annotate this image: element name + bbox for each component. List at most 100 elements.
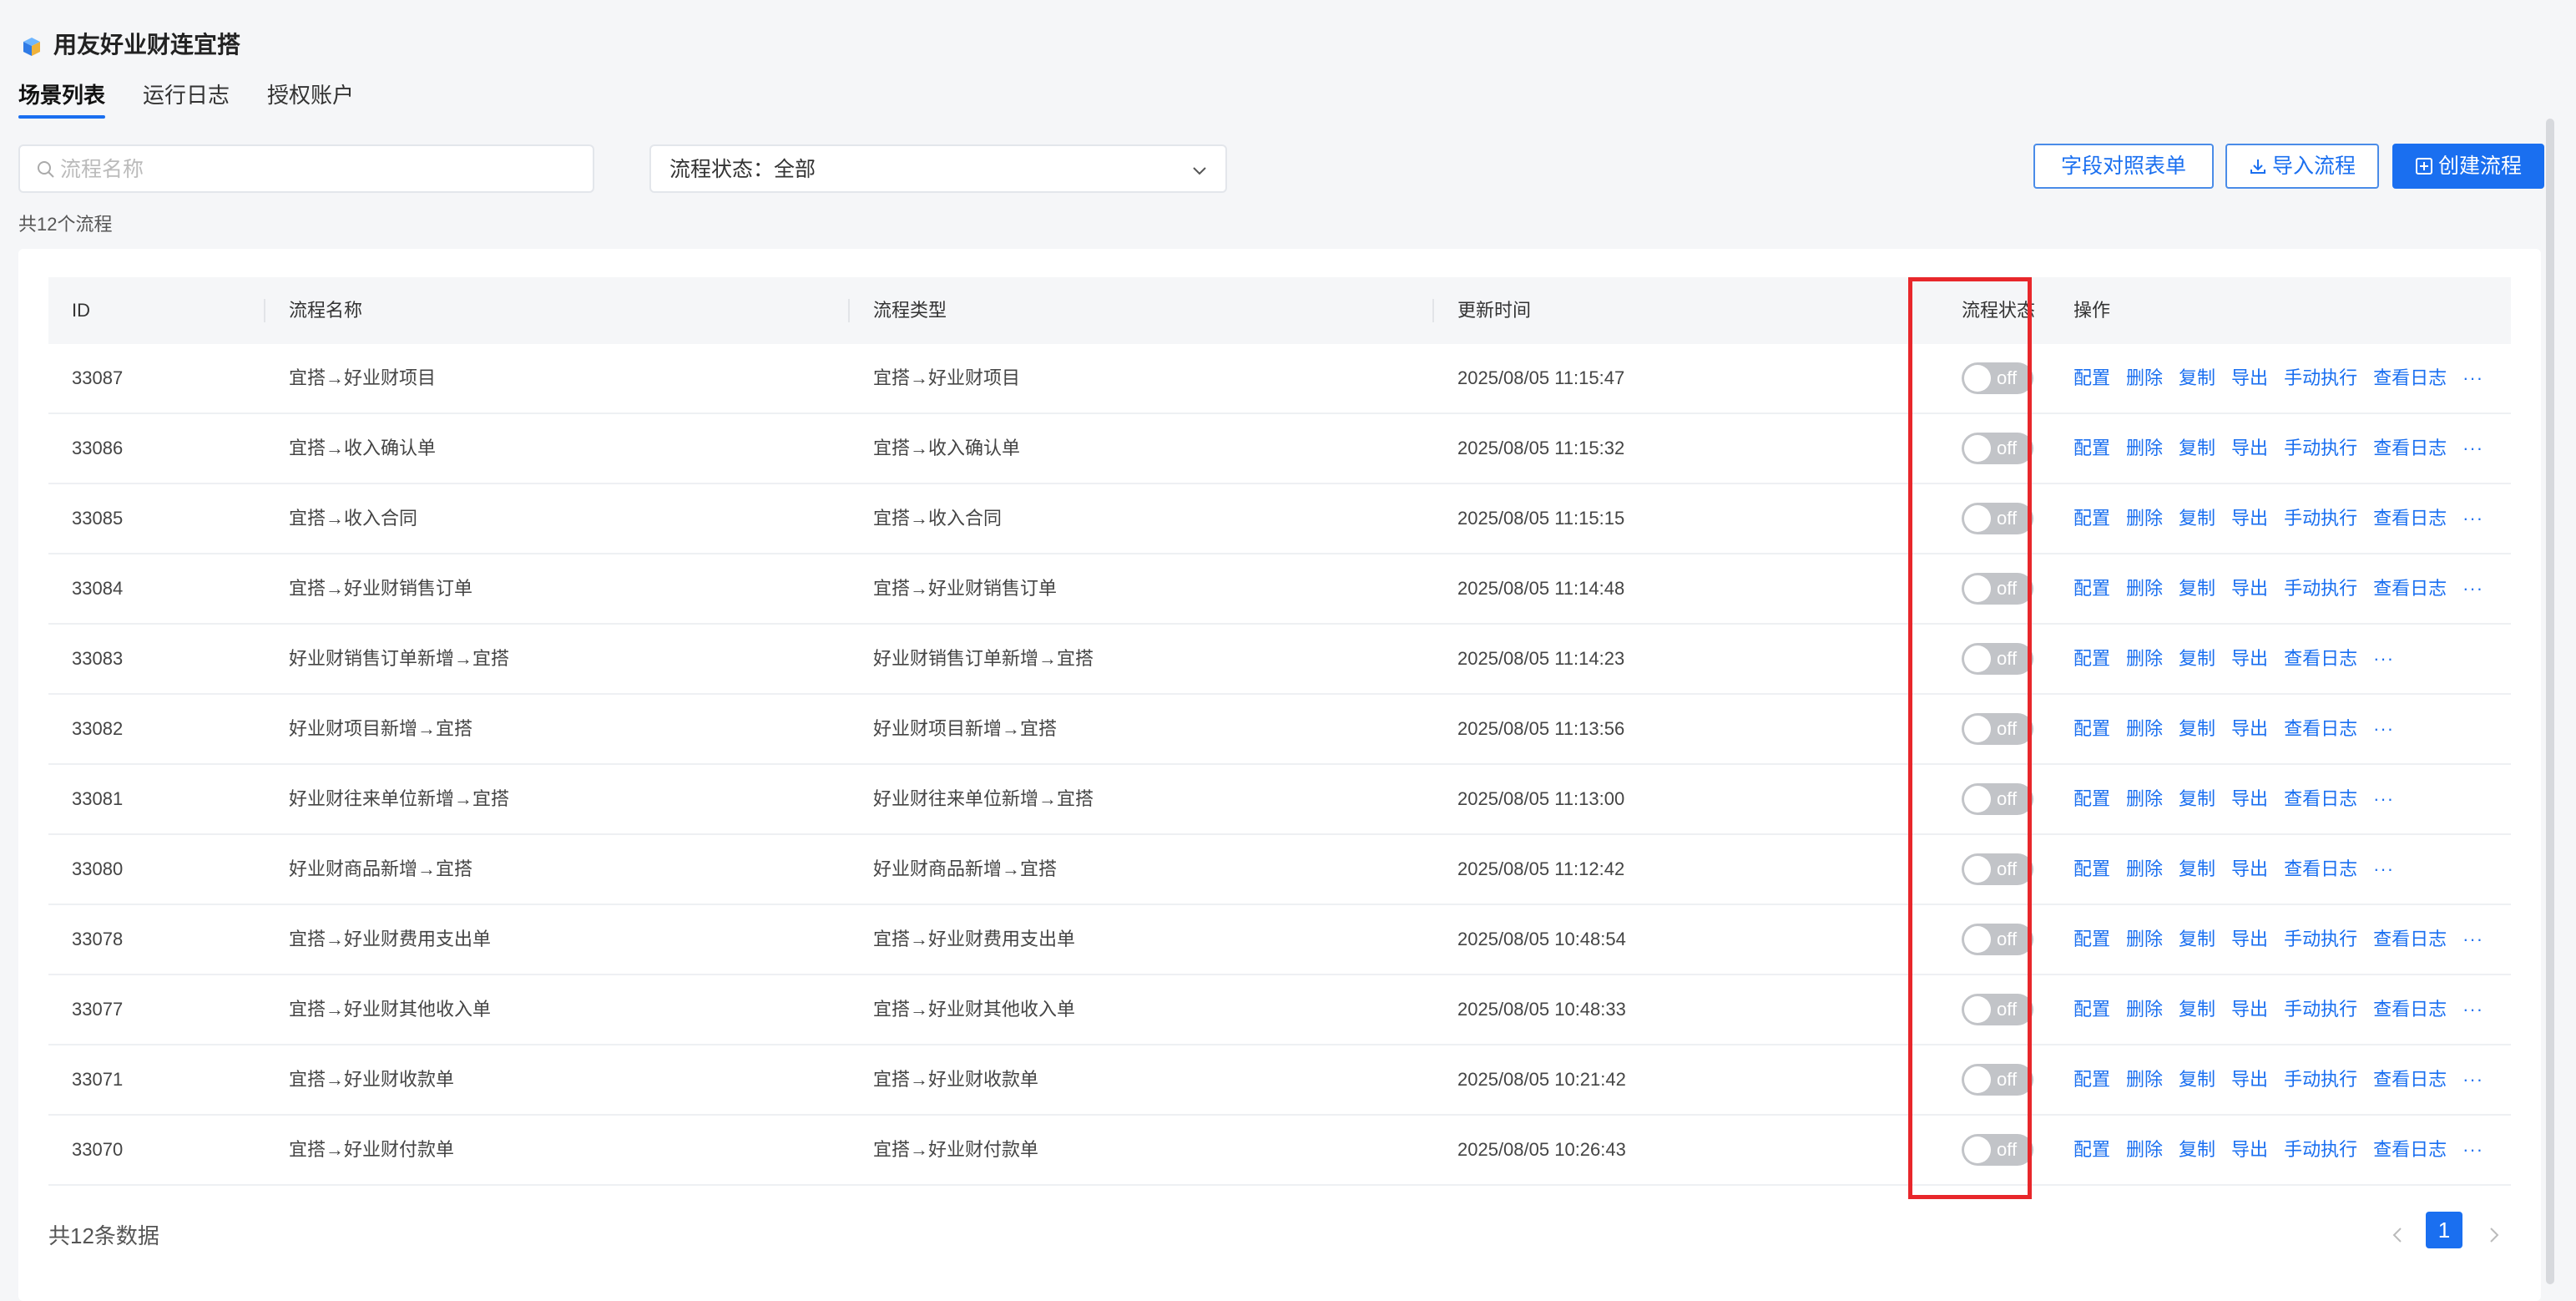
- delete-link[interactable]: 删除: [2126, 508, 2163, 529]
- view-log-link[interactable]: 查看日志: [2373, 578, 2447, 599]
- status-toggle[interactable]: off: [1962, 573, 2033, 605]
- manual-run-link[interactable]: 手动执行: [2284, 367, 2357, 388]
- configure-link[interactable]: 配置: [2073, 438, 2110, 458]
- export-link[interactable]: 导出: [2231, 929, 2268, 949]
- more-actions-icon[interactable]: ···: [2373, 788, 2394, 809]
- delete-link[interactable]: 删除: [2126, 929, 2163, 949]
- copy-link[interactable]: 复制: [2179, 788, 2215, 809]
- export-link[interactable]: 导出: [2231, 578, 2268, 599]
- more-actions-icon[interactable]: ···: [2462, 367, 2483, 388]
- delete-link[interactable]: 删除: [2126, 578, 2163, 599]
- scrollbar[interactable]: [2546, 119, 2554, 1284]
- status-toggle[interactable]: off: [1962, 994, 2033, 1025]
- view-log-link[interactable]: 查看日志: [2373, 438, 2447, 458]
- status-toggle[interactable]: off: [1962, 433, 2033, 464]
- tab-scene-list[interactable]: 场景列表: [18, 78, 106, 119]
- import-flow-button[interactable]: 导入流程: [2225, 144, 2379, 189]
- field-map-button[interactable]: 字段对照表单: [2033, 144, 2214, 189]
- search-input[interactable]: [58, 153, 579, 186]
- status-toggle[interactable]: off: [1962, 783, 2033, 815]
- manual-run-link[interactable]: 手动执行: [2284, 508, 2357, 529]
- configure-link[interactable]: 配置: [2073, 578, 2110, 599]
- copy-link[interactable]: 复制: [2179, 929, 2215, 949]
- create-flow-button[interactable]: 创建流程: [2392, 144, 2544, 189]
- view-log-link[interactable]: 查看日志: [2284, 648, 2357, 669]
- delete-link[interactable]: 删除: [2126, 648, 2163, 669]
- page-1-button[interactable]: 1: [2426, 1212, 2462, 1248]
- delete-link[interactable]: 删除: [2126, 1069, 2163, 1090]
- status-toggle[interactable]: off: [1962, 1134, 2033, 1166]
- manual-run-link[interactable]: 手动执行: [2284, 578, 2357, 599]
- configure-link[interactable]: 配置: [2073, 718, 2110, 739]
- view-log-link[interactable]: 查看日志: [2284, 858, 2357, 879]
- view-log-link[interactable]: 查看日志: [2373, 999, 2447, 1020]
- chevron-left-icon[interactable]: [2382, 1218, 2412, 1252]
- copy-link[interactable]: 复制: [2179, 508, 2215, 529]
- copy-link[interactable]: 复制: [2179, 858, 2215, 879]
- status-toggle[interactable]: off: [1962, 362, 2033, 394]
- copy-link[interactable]: 复制: [2179, 367, 2215, 388]
- delete-link[interactable]: 删除: [2126, 858, 2163, 879]
- delete-link[interactable]: 删除: [2126, 438, 2163, 458]
- more-actions-icon[interactable]: ···: [2373, 858, 2394, 879]
- copy-link[interactable]: 复制: [2179, 648, 2215, 669]
- delete-link[interactable]: 删除: [2126, 1139, 2163, 1160]
- manual-run-link[interactable]: 手动执行: [2284, 438, 2357, 458]
- chevron-right-icon[interactable]: [2479, 1218, 2509, 1252]
- export-link[interactable]: 导出: [2231, 788, 2268, 809]
- export-link[interactable]: 导出: [2231, 718, 2268, 739]
- more-actions-icon[interactable]: ···: [2462, 999, 2483, 1020]
- export-link[interactable]: 导出: [2231, 438, 2268, 458]
- delete-link[interactable]: 删除: [2126, 718, 2163, 739]
- copy-link[interactable]: 复制: [2179, 718, 2215, 739]
- copy-link[interactable]: 复制: [2179, 1139, 2215, 1160]
- view-log-link[interactable]: 查看日志: [2373, 508, 2447, 529]
- status-toggle[interactable]: off: [1962, 643, 2033, 675]
- delete-link[interactable]: 删除: [2126, 788, 2163, 809]
- copy-link[interactable]: 复制: [2179, 578, 2215, 599]
- copy-link[interactable]: 复制: [2179, 999, 2215, 1020]
- view-log-link[interactable]: 查看日志: [2373, 367, 2447, 388]
- manual-run-link[interactable]: 手动执行: [2284, 999, 2357, 1020]
- configure-link[interactable]: 配置: [2073, 508, 2110, 529]
- export-link[interactable]: 导出: [2231, 508, 2268, 529]
- view-log-link[interactable]: 查看日志: [2373, 1139, 2447, 1160]
- view-log-link[interactable]: 查看日志: [2373, 1069, 2447, 1090]
- view-log-link[interactable]: 查看日志: [2284, 788, 2357, 809]
- manual-run-link[interactable]: 手动执行: [2284, 929, 2357, 949]
- configure-link[interactable]: 配置: [2073, 788, 2110, 809]
- status-toggle[interactable]: off: [1962, 713, 2033, 745]
- tab-authorized-accounts[interactable]: 授权账户: [267, 78, 354, 112]
- more-actions-icon[interactable]: ···: [2462, 438, 2483, 458]
- configure-link[interactable]: 配置: [2073, 858, 2110, 879]
- export-link[interactable]: 导出: [2231, 858, 2268, 879]
- view-log-link[interactable]: 查看日志: [2284, 718, 2357, 739]
- configure-link[interactable]: 配置: [2073, 367, 2110, 388]
- status-filter-select[interactable]: 流程状态：全部: [649, 144, 1227, 193]
- more-actions-icon[interactable]: ···: [2462, 1069, 2483, 1090]
- export-link[interactable]: 导出: [2231, 648, 2268, 669]
- tab-run-log[interactable]: 运行日志: [143, 78, 230, 112]
- view-log-link[interactable]: 查看日志: [2373, 929, 2447, 949]
- delete-link[interactable]: 删除: [2126, 367, 2163, 388]
- status-toggle[interactable]: off: [1962, 1064, 2033, 1096]
- more-actions-icon[interactable]: ···: [2462, 578, 2483, 599]
- configure-link[interactable]: 配置: [2073, 1069, 2110, 1090]
- copy-link[interactable]: 复制: [2179, 438, 2215, 458]
- configure-link[interactable]: 配置: [2073, 929, 2110, 949]
- export-link[interactable]: 导出: [2231, 999, 2268, 1020]
- copy-link[interactable]: 复制: [2179, 1069, 2215, 1090]
- configure-link[interactable]: 配置: [2073, 999, 2110, 1020]
- more-actions-icon[interactable]: ···: [2462, 508, 2483, 529]
- more-actions-icon[interactable]: ···: [2462, 929, 2483, 949]
- status-toggle[interactable]: off: [1962, 924, 2033, 955]
- status-toggle[interactable]: off: [1962, 853, 2033, 885]
- delete-link[interactable]: 删除: [2126, 999, 2163, 1020]
- export-link[interactable]: 导出: [2231, 1069, 2268, 1090]
- more-actions-icon[interactable]: ···: [2373, 718, 2394, 739]
- export-link[interactable]: 导出: [2231, 367, 2268, 388]
- manual-run-link[interactable]: 手动执行: [2284, 1139, 2357, 1160]
- more-actions-icon[interactable]: ···: [2462, 1139, 2483, 1160]
- configure-link[interactable]: 配置: [2073, 1139, 2110, 1160]
- more-actions-icon[interactable]: ···: [2373, 648, 2394, 669]
